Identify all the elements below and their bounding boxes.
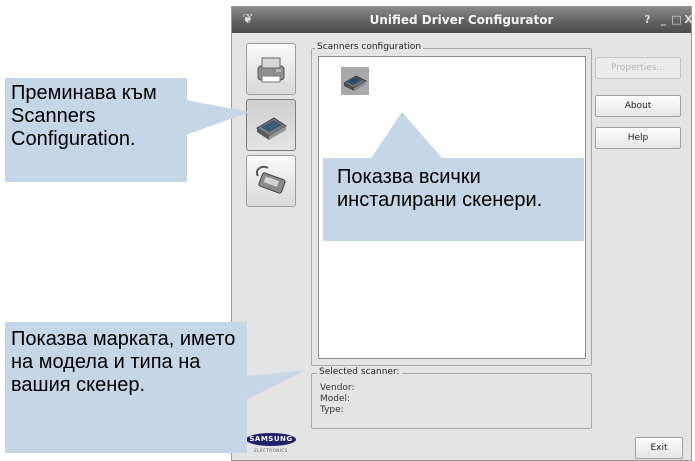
callout-list: Показва всички инсталирани скенери. bbox=[323, 158, 584, 241]
callout-pointer-switch bbox=[186, 100, 250, 135]
callout-switch: Преминава към Scanners Configuration. bbox=[5, 78, 187, 182]
callout-pointer-info bbox=[246, 370, 306, 400]
callout-pointer-list bbox=[370, 112, 444, 160]
callout-info: Показва марката, името на модела и типа … bbox=[5, 322, 247, 453]
